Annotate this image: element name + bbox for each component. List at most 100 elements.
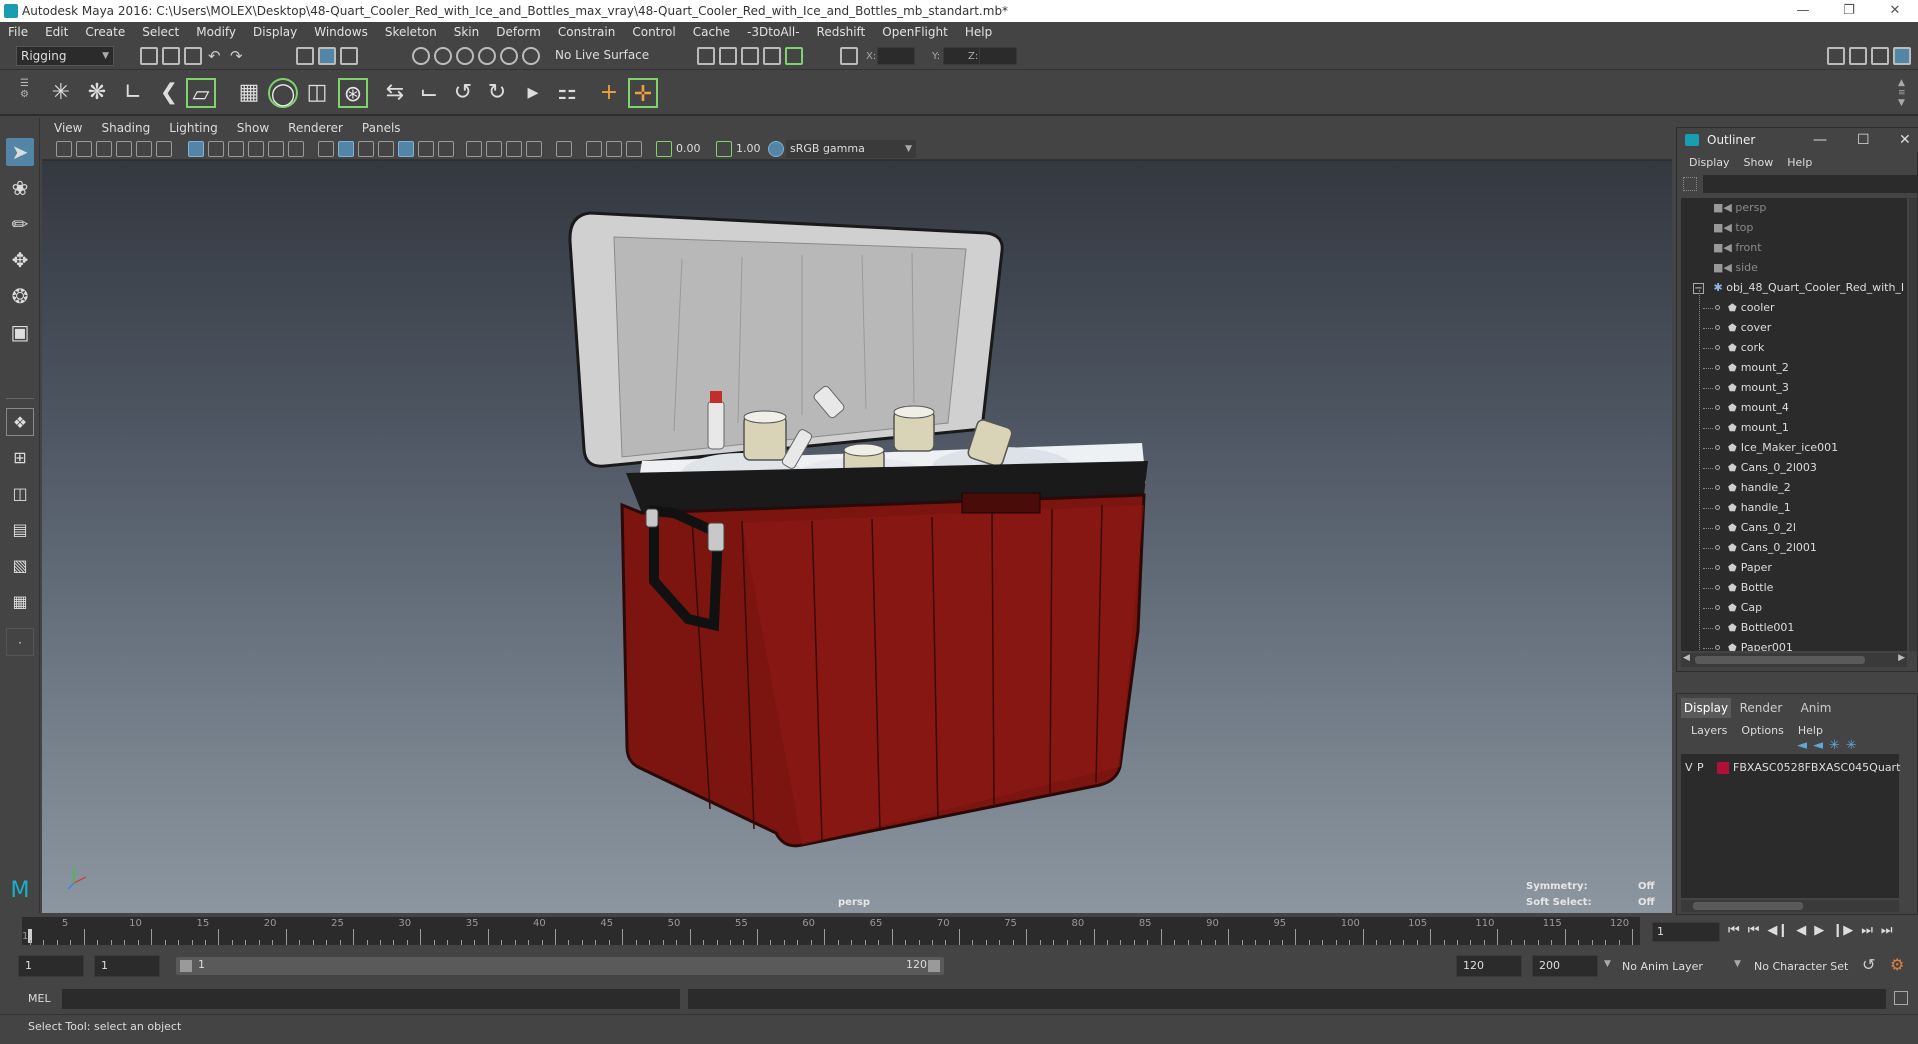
gamma-value[interactable]: 1.00 — [736, 142, 761, 155]
expand-dot-icon[interactable] — [1715, 625, 1720, 630]
layer-visibility[interactable]: V — [1685, 760, 1693, 776]
outliner-hscroll-thumb[interactable] — [1695, 656, 1865, 664]
attribute-editor-icon[interactable] — [1849, 47, 1867, 65]
joint-tool-icon[interactable]: ✳ — [46, 78, 76, 108]
tree-row-camera[interactable]: ■◀ top — [1713, 218, 1907, 238]
vp-menu-lighting[interactable]: Lighting — [169, 121, 218, 135]
expand-dot-icon[interactable] — [1715, 605, 1720, 610]
grid-icon[interactable] — [188, 141, 204, 157]
menu-file[interactable]: File — [8, 25, 28, 39]
script-editor-icon[interactable] — [1894, 991, 1908, 1005]
save-scene-icon[interactable] — [184, 47, 202, 65]
use-default-material-icon[interactable] — [358, 141, 374, 157]
new-layer-selected-icon[interactable]: ✳ — [1846, 738, 1857, 753]
toolbox-more-icon[interactable]: · — [6, 628, 34, 656]
expand-dot-icon[interactable] — [1715, 525, 1720, 530]
step-forward-key-icon[interactable]: ⏭ — [1861, 923, 1873, 938]
play-backward-icon[interactable]: ◀ — [1796, 923, 1806, 938]
select-component-icon[interactable] — [340, 47, 358, 65]
char-set-dropdown[interactable]: No Character Set — [1754, 957, 1864, 977]
color-management-icon[interactable] — [768, 141, 784, 157]
motion-blur-icon[interactable] — [486, 141, 502, 157]
outliner-menu-display[interactable]: Display — [1689, 156, 1730, 169]
xray-icon[interactable] — [586, 141, 602, 157]
3d-scene[interactable]: persp Symmetry: Off Soft Select: Off — [42, 161, 1672, 913]
render-view-icon[interactable] — [785, 47, 803, 65]
bind-skin-icon[interactable]: ▦ — [234, 78, 264, 108]
vp-menu-show[interactable]: Show — [237, 121, 269, 135]
tree-row-mesh[interactable]: ⬟ cork — [1703, 338, 1907, 358]
tree-row-mesh[interactable]: ⬟ cooler — [1703, 298, 1907, 318]
xray-joints-icon[interactable] — [606, 141, 622, 157]
isolate-select-icon[interactable] — [556, 141, 572, 157]
tree-row-mesh[interactable]: ⬟ mount_1 — [1703, 418, 1907, 438]
expand-dot-icon[interactable] — [1715, 645, 1720, 650]
end-time-field[interactable]: 120 — [1456, 955, 1522, 977]
depth-of-field-icon[interactable] — [526, 141, 542, 157]
tree-row-mesh[interactable]: ⬟ mount_4 — [1703, 398, 1907, 418]
menu-control[interactable]: Control — [632, 25, 675, 39]
orient-constraint-icon[interactable]: ↻ — [482, 78, 512, 108]
persp-hypershade-icon[interactable]: ▧ — [6, 552, 34, 580]
tree-row-mesh[interactable]: ⬟ Paper — [1703, 558, 1907, 578]
vp-menu-renderer[interactable]: Renderer — [288, 121, 343, 135]
smooth-bind-icon[interactable]: ◯ — [268, 78, 298, 108]
filter-icon[interactable] — [1683, 177, 1697, 191]
exposure-icon[interactable] — [656, 141, 672, 157]
tab-display[interactable]: Display — [1681, 698, 1731, 718]
command-input[interactable] — [62, 989, 680, 1009]
image-plane-icon[interactable] — [116, 141, 132, 157]
ik-handle-icon[interactable]: ❋ — [82, 78, 112, 108]
tree-row-group[interactable]: − ✱ obj_48_Quart_Cooler_Red_with_I — [1693, 278, 1907, 298]
paint-select-icon[interactable]: ✏ — [6, 210, 34, 238]
persp-uv-icon[interactable]: ▦ — [6, 588, 34, 616]
live-surface-field[interactable]: No Live Surface — [551, 46, 657, 66]
expand-dot-icon[interactable] — [1715, 465, 1720, 470]
mode-dropdown[interactable]: Rigging ▼ — [16, 46, 114, 66]
anim-start-field[interactable]: 1 — [94, 955, 160, 977]
multisample-aa-icon[interactable] — [506, 141, 522, 157]
persp-graph-icon[interactable]: ▤ — [6, 516, 34, 544]
single-perspective-icon[interactable]: ❖ — [6, 408, 34, 436]
render-frame-icon[interactable] — [697, 47, 715, 65]
shelf-menu-icon[interactable]: ☰ ⚙ — [20, 78, 34, 108]
vp-menu-view[interactable]: View — [54, 121, 82, 135]
step-back-key-icon[interactable]: ⏮ — [1748, 923, 1760, 938]
layer-row[interactable]: V P FBXASC0528FBXASC045Quart — [1685, 760, 1900, 776]
point-constraint-icon[interactable]: ⌙ — [414, 78, 444, 108]
new-scene-icon[interactable] — [140, 47, 158, 65]
new-layer-icon[interactable]: ✳ — [1829, 738, 1840, 753]
snap-point-icon[interactable] — [456, 47, 474, 65]
tree-row-mesh[interactable]: ⬟ mount_3 — [1703, 378, 1907, 398]
current-frame-field[interactable]: 1 — [1652, 922, 1720, 942]
shelf-scroll-icon[interactable]: ▲ ≡ ▼ — [1898, 78, 1910, 108]
outliner-hscroll[interactable]: ◀ ▶ — [1681, 653, 1907, 667]
close-icon[interactable]: ✕ — [1872, 0, 1918, 22]
gamma-icon[interactable] — [716, 141, 732, 157]
lattice-icon[interactable]: ◫ — [302, 78, 332, 108]
select-tool-icon[interactable]: ➤ — [6, 138, 34, 166]
use-all-lights-icon[interactable] — [418, 141, 434, 157]
smooth-shade-icon[interactable] — [338, 141, 354, 157]
menu-deform[interactable]: Deform — [496, 25, 541, 39]
menu-redshift[interactable]: Redshift — [817, 25, 866, 39]
layer-menu-options[interactable]: Options — [1741, 724, 1783, 737]
expand-dot-icon[interactable] — [1715, 365, 1720, 370]
scroll-left-icon[interactable]: ◀ — [1683, 653, 1690, 663]
mel-label[interactable]: MEL — [28, 992, 51, 1005]
menu-3dtoall[interactable]: -3DtoAll- — [747, 25, 799, 39]
menu-create[interactable]: Create — [85, 25, 125, 39]
tree-row-mesh[interactable]: ⬟ Cap — [1703, 598, 1907, 618]
tree-row-mesh[interactable]: ⬟ cover — [1703, 318, 1907, 338]
chevron-down-icon[interactable]: ▼ — [1734, 959, 1741, 969]
step-forward-frame-icon[interactable]: ❙▶ — [1832, 923, 1853, 938]
outliner-vscroll[interactable] — [1909, 198, 1917, 651]
move-layer-down-icon[interactable]: ◄ — [1813, 738, 1823, 753]
render-settings-icon[interactable] — [741, 47, 759, 65]
chevron-down-icon[interactable]: ▼ — [1604, 959, 1611, 969]
anim-end-field[interactable]: 200 — [1532, 955, 1598, 977]
vp-menu-shading[interactable]: Shading — [101, 121, 150, 135]
step-back-frame-icon[interactable]: ◀❙ — [1767, 923, 1788, 938]
expand-dot-icon[interactable] — [1715, 325, 1720, 330]
tree-row-mesh[interactable]: ⬟ Cans_0_2l001 — [1703, 538, 1907, 558]
